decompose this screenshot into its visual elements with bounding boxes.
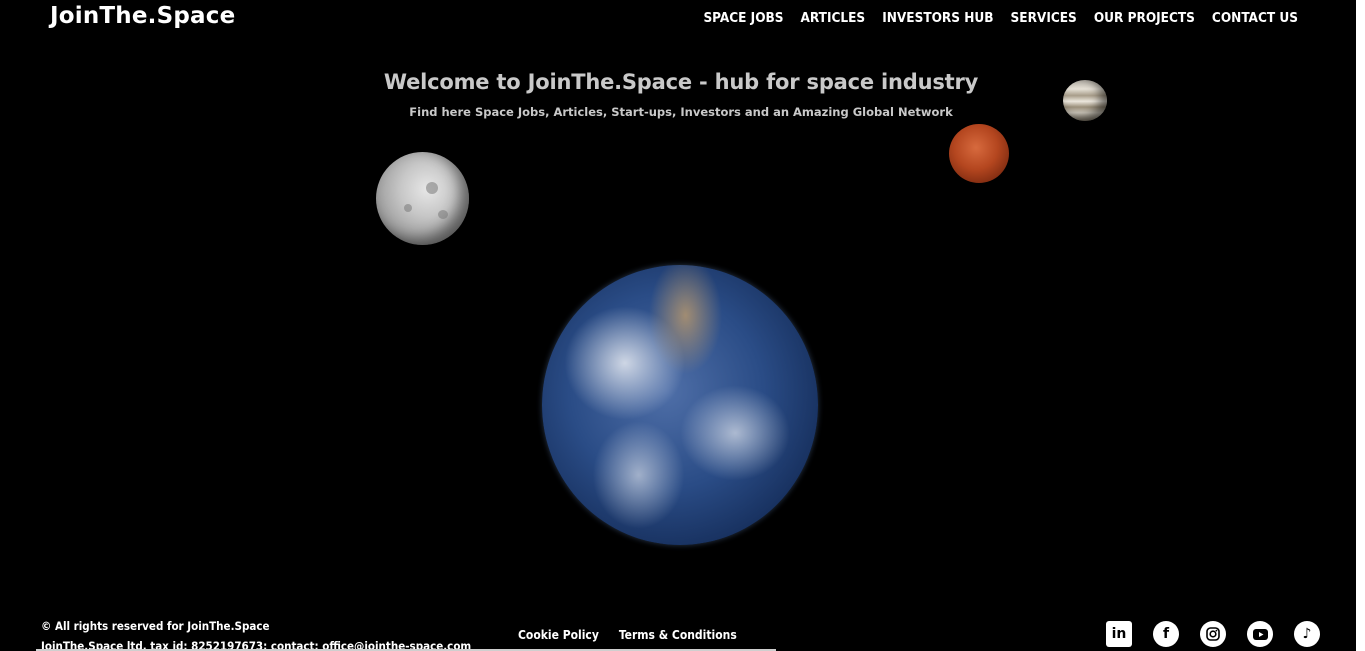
nav-space-jobs[interactable]: SPACE JOBS — [703, 10, 783, 26]
site-logo[interactable]: JoinThe.Space — [50, 3, 235, 29]
cookie-policy-link[interactable]: Cookie Policy — [518, 628, 599, 642]
scrollbar[interactable] — [1356, 0, 1365, 651]
nav-contact-us[interactable]: CONTACT US — [1212, 10, 1298, 26]
main-nav: SPACE JOBS ARTICLES INVESTORS HUB SERVIC… — [703, 10, 1298, 26]
mars-image — [949, 124, 1009, 183]
linkedin-icon[interactable]: in — [1106, 621, 1132, 647]
facebook-icon[interactable]: f — [1153, 621, 1179, 647]
copyright-text: © All rights reserved for JoinThe.Space — [41, 619, 270, 633]
moon-image — [376, 152, 469, 245]
footer-legal: © All rights reserved for JoinThe.Space … — [41, 616, 471, 651]
earth-image — [542, 265, 818, 545]
jupiter-image — [1063, 80, 1107, 121]
social-links: in f ♪ — [1106, 621, 1320, 647]
youtube-icon[interactable] — [1247, 621, 1273, 647]
tiktok-icon[interactable]: ♪ — [1294, 621, 1320, 647]
home-page: JoinThe.Space SPACE JOBS ARTICLES INVEST… — [0, 0, 1365, 651]
footer-links: Cookie Policy Terms & Conditions — [518, 628, 737, 642]
hero-title: Welcome to JoinThe.Space - hub for space… — [383, 70, 979, 94]
nav-investors-hub[interactable]: INVESTORS HUB — [882, 10, 993, 26]
hero-subtitle: Find here Space Jobs, Articles, Start-up… — [409, 105, 953, 119]
nav-services[interactable]: SERVICES — [1011, 10, 1077, 26]
terms-conditions-link[interactable]: Terms & Conditions — [619, 628, 737, 642]
nav-articles[interactable]: ARTICLES — [801, 10, 866, 26]
instagram-icon[interactable] — [1200, 621, 1226, 647]
nav-our-projects[interactable]: OUR PROJECTS — [1094, 10, 1195, 26]
